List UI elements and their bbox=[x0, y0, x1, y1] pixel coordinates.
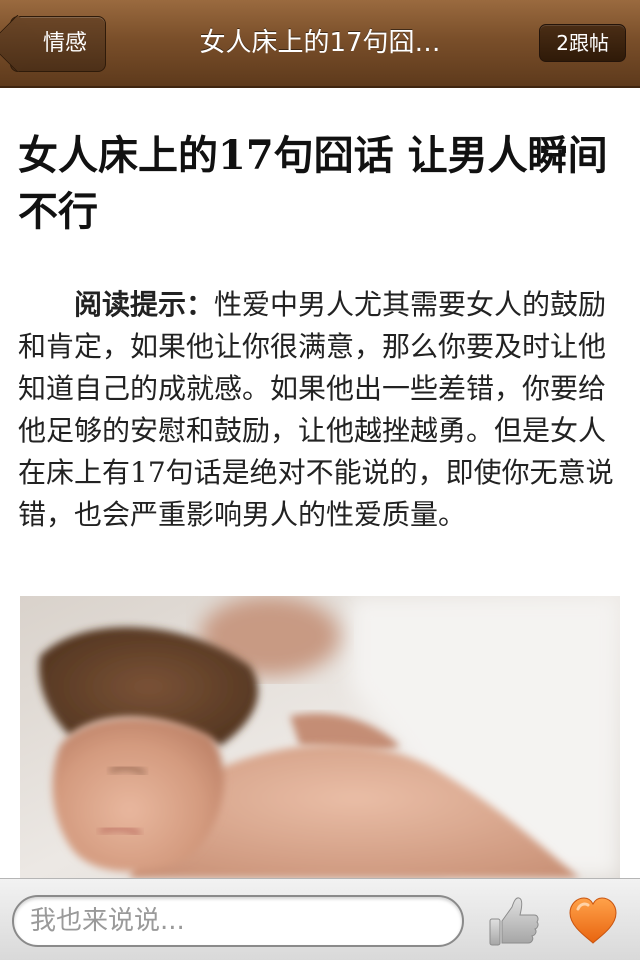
thumbs-up-icon bbox=[489, 897, 539, 946]
article-title: 女人床上的17句囧话 让男人瞬间不行 bbox=[18, 132, 608, 235]
article-summary: 阅读提示：性爱中男人尤其需要女人的鼓励和肯定，如果他让你很满意，那么你要及时让他… bbox=[18, 284, 624, 536]
navigation-bar: 情感 女人床上的17句囧… 2跟帖 bbox=[0, 0, 640, 88]
article-content[interactable]: 女人床上的17句囧话 让男人瞬间不行 阅读提示：性爱中男人尤其需要女人的鼓励和肯… bbox=[0, 88, 640, 878]
summary-label: 阅读提示： bbox=[74, 288, 215, 321]
back-button-label: 情感 bbox=[42, 31, 87, 56]
like-button[interactable] bbox=[486, 893, 542, 949]
page-title: 女人床上的17句囧… bbox=[199, 28, 441, 58]
back-arrow-icon bbox=[0, 14, 47, 73]
reply-count-button[interactable]: 2跟帖 bbox=[539, 24, 626, 62]
article-photo-illustration bbox=[20, 596, 620, 878]
heart-icon bbox=[569, 897, 617, 944]
summary-text: 性爱中男人尤其需要女人的鼓励和肯定，如果他让你很满意，那么你要及时让他知道自己的… bbox=[18, 288, 614, 531]
favorite-button[interactable] bbox=[566, 895, 620, 947]
comment-input[interactable] bbox=[12, 895, 464, 947]
article-photo[interactable] bbox=[20, 596, 620, 878]
article-screen: 情感 女人床上的17句囧… 2跟帖 女人床上的17句囧话 让男人瞬间不行 阅读提… bbox=[0, 0, 640, 960]
back-button[interactable]: 情感 bbox=[0, 14, 106, 73]
comment-toolbar bbox=[0, 878, 640, 960]
